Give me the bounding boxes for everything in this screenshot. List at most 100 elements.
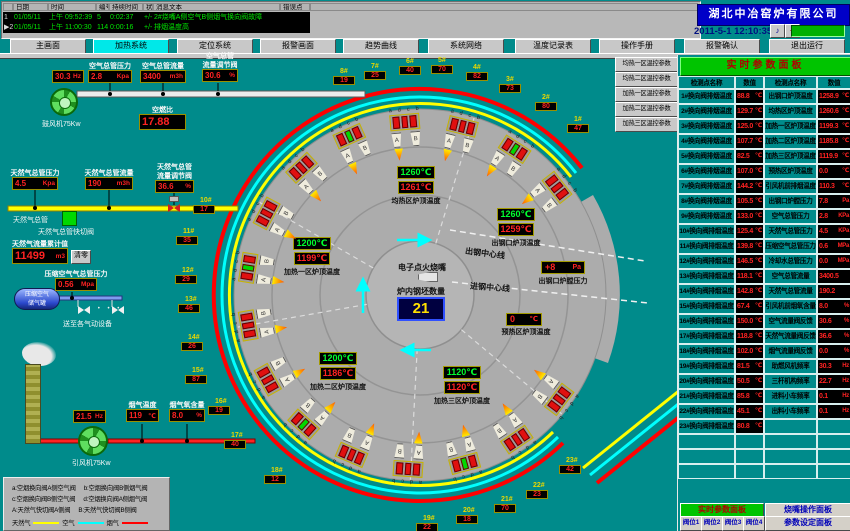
burner-panel-button[interactable]: 烧嘴操作面板 bbox=[765, 503, 850, 517]
alarm-cell[interactable]: 1 bbox=[4, 13, 14, 22]
nav-tab-8[interactable]: 报警确认 bbox=[684, 39, 760, 54]
valve-marker-value: 25 bbox=[364, 71, 386, 80]
nav-tab-5[interactable]: 系统网络 bbox=[428, 39, 504, 54]
gas-main-flow-display: 190m3h bbox=[85, 177, 133, 190]
realtime-parameter-panel: 实时参数面板 检测点名称数值检测点名称数值1#换向阀排烟温度88.8℃出钢口炉顶… bbox=[677, 55, 850, 531]
nav-tab-6[interactable]: 温度记录表 bbox=[515, 39, 591, 54]
burner-cone: B bbox=[459, 137, 475, 155]
alarm-cell[interactable]: 2#烧嘴A侧空气B侧烟气换向阀故障 bbox=[154, 13, 310, 22]
valve-marker-id: 14# bbox=[188, 334, 200, 341]
panel-value-cell: 1185.8℃ bbox=[817, 134, 850, 149]
alarm-cell[interactable]: 01/05/11 bbox=[14, 23, 49, 32]
alarm-cell[interactable]: 排烟温度高 bbox=[154, 23, 310, 32]
panel-value-cell: 82.5℃ bbox=[735, 149, 764, 164]
panel-value-cell: 139.8℃ bbox=[735, 239, 764, 254]
panel-value-cell: 133.0℃ bbox=[735, 209, 764, 224]
alarm-cell[interactable]: 0:02:37 bbox=[110, 13, 144, 22]
nav-tab-0[interactable]: 主画面 bbox=[10, 39, 86, 54]
zone-param-button-2[interactable]: 加热一区温控参数 bbox=[615, 87, 678, 102]
panel-name-cell bbox=[678, 449, 735, 464]
to-pneumatic-label: 送至各气动设备 bbox=[63, 319, 112, 329]
flue-gas-temp-display: 119℃ bbox=[126, 409, 159, 422]
settings-panel-button[interactable]: 参数设定面板 bbox=[765, 516, 850, 531]
alarm-cell[interactable]: ▶2 bbox=[4, 23, 14, 32]
panel-name-cell: 17#换向阀排烟温度 bbox=[678, 329, 735, 344]
zone-param-button-3[interactable]: 加热二区温控参数 bbox=[615, 102, 678, 117]
valve-marker-id: 22# bbox=[533, 482, 545, 489]
valve-position-button-4[interactable]: 阀位4 bbox=[743, 516, 765, 531]
alarm-cell[interactable]: 114 bbox=[97, 23, 110, 32]
flame-icon bbox=[459, 423, 471, 437]
alarm-cell[interactable]: 0:00:16 bbox=[110, 23, 144, 32]
zone-pv-display: 1261℃ bbox=[398, 181, 434, 194]
panel-name-cell: 空气总管压力 bbox=[764, 209, 817, 224]
blower-fan-icon bbox=[50, 88, 78, 116]
valve-marker-value: 22 bbox=[416, 523, 438, 531]
valve-position-button-3[interactable]: 阀位3 bbox=[722, 516, 744, 531]
flame-icon bbox=[414, 431, 424, 444]
idfan-icon bbox=[78, 426, 108, 456]
nav-tab-9[interactable]: 退出运行 bbox=[769, 39, 845, 54]
nav-tab-3[interactable]: 报警画面 bbox=[260, 39, 336, 54]
gas-quick-valve-icon[interactable] bbox=[62, 211, 77, 226]
alarm-cell[interactable]: 上午 11:00:30 bbox=[49, 23, 97, 32]
panel-name-cell: 冷却水总管压力 bbox=[764, 254, 817, 269]
panel-value-cell bbox=[735, 449, 764, 464]
panel-name-cell: 6#换向阀排烟温度 bbox=[678, 164, 735, 179]
alarm-cell[interactable]: 01/05/11 bbox=[14, 13, 49, 22]
burner-cone: B bbox=[277, 204, 296, 223]
valve-marker-value: 19 bbox=[333, 76, 355, 85]
billet-count-label: 炉内钢坯数量 bbox=[397, 286, 445, 297]
alarm-sound-on-icon[interactable]: ♪ bbox=[770, 24, 785, 38]
preheat-zone-label: 预热区炉顶温度 bbox=[481, 327, 571, 337]
igniter-label: 电子点火烧嘴 bbox=[398, 262, 446, 273]
zone-param-button-1[interactable]: 均热二区温控参数 bbox=[615, 72, 678, 87]
alarm-col-1: 日期 bbox=[13, 3, 48, 11]
zone-sp-display: 1120℃ bbox=[443, 366, 481, 379]
panel-value-cell: 125.0℃ bbox=[735, 119, 764, 134]
panel-value-cell: 0.0% bbox=[817, 344, 850, 359]
zone-pv-display: 1199℃ bbox=[294, 252, 330, 265]
zone-pv-display: 1259℃ bbox=[498, 223, 534, 236]
nav-tab-4[interactable]: 趋势曲线 bbox=[343, 39, 419, 54]
nav-tab-7[interactable]: 操作手册 bbox=[599, 39, 675, 54]
alarm-cell[interactable]: +/- bbox=[144, 23, 154, 32]
blower-label: 鼓风机75Kw bbox=[42, 119, 81, 129]
panel-name-cell: 23#换向阀排烟温度 bbox=[678, 419, 735, 434]
valve-position-button-2[interactable]: 阀位2 bbox=[701, 516, 723, 531]
tap-pressure-display: +8Pa bbox=[541, 261, 585, 274]
alarm-cell[interactable]: 5 bbox=[97, 13, 110, 22]
valve-position-button-1[interactable]: 阀位1 bbox=[680, 516, 702, 531]
valve-marker-value: 18 bbox=[456, 515, 478, 524]
panel-value-cell: 85.8℃ bbox=[735, 389, 764, 404]
zone-param-button-4[interactable]: 加热三区温控参数 bbox=[615, 117, 678, 132]
panel-name-cell: 均热区炉顶温度 bbox=[764, 104, 817, 119]
alarm-rows-area[interactable]: 101/05/11上午 09:52:3950:02:37+/-2#烧嘴A侧空气B… bbox=[3, 12, 310, 33]
panel-name-cell bbox=[764, 434, 817, 449]
zone-sp-display: 1200℃ bbox=[319, 352, 357, 365]
hmi-heating-system-screen: 101/05/11上午 09:52:3950:02:37+/-2#烧嘴A侧空气B… bbox=[0, 0, 850, 531]
pneumatic-dots: • • • • bbox=[88, 306, 122, 312]
alarm-col-6: 消息文本 bbox=[153, 3, 280, 11]
panel-name-cell bbox=[678, 434, 735, 449]
panel-name-cell: 1#换向阀排烟温度 bbox=[678, 89, 735, 104]
clear-total-button[interactable]: 清零 bbox=[71, 250, 91, 264]
realtime-panel-button[interactable]: 实时参数面板 bbox=[680, 503, 764, 517]
comp-air-pressure-display: 0.56Mpa bbox=[55, 278, 97, 291]
preheat-zone-display: 0℃ bbox=[506, 313, 542, 326]
zone-param-button-0[interactable]: 均热一区温控参数 bbox=[615, 57, 678, 72]
panel-value-cell: 107.0℃ bbox=[735, 164, 764, 179]
valve-marker-value: 73 bbox=[499, 84, 521, 93]
status-bar bbox=[791, 25, 845, 37]
alarm-cell[interactable]: +/- bbox=[144, 13, 154, 22]
panel-value-cell: 190.2 bbox=[817, 284, 850, 299]
panel-value-cell: 8.0% bbox=[817, 299, 850, 314]
panel-col-header: 数值 bbox=[817, 76, 850, 89]
alarm-cell[interactable]: 上午 09:52:39 bbox=[49, 13, 97, 22]
valve-marker-value: 40 bbox=[399, 66, 421, 75]
chimney-icon bbox=[25, 364, 41, 444]
panel-name-cell: 9#换向阀排烟温度 bbox=[678, 209, 735, 224]
panel-name-cell bbox=[764, 449, 817, 464]
nav-tab-1[interactable]: 加热系统 bbox=[93, 39, 169, 54]
flame-icon bbox=[275, 323, 288, 334]
